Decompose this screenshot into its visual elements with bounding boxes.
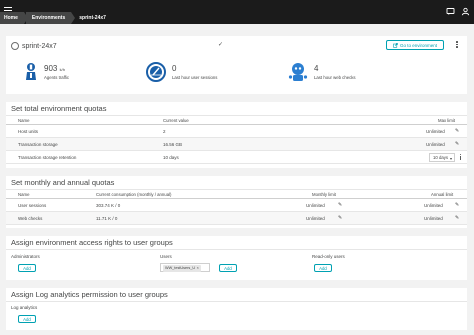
row-name: Host units xyxy=(18,128,39,134)
table-row: User sessions 303.74 K / 0 Unlimited ✎ U… xyxy=(6,199,467,212)
column-header-monthly: Monthly limit xyxy=(312,191,336,197)
go-to-environment-label: Go to environment xyxy=(399,42,438,48)
status-check-icon: ✓ xyxy=(218,42,224,48)
users-label: Users xyxy=(160,254,172,259)
stat-label: Last hour web checks xyxy=(314,75,356,80)
monthly-quotas-panel: Set monthly and annual quotas Name Curre… xyxy=(6,176,467,228)
row-annual: Unlimited xyxy=(424,215,443,221)
select-value: 10 days xyxy=(433,155,449,160)
top-bar: Home Environments sprint-24x7 xyxy=(0,0,474,24)
log-analytics-label: Log analytics xyxy=(11,305,38,310)
table-row: Web checks 11.71 K / 0 Unlimited ✎ Unlim… xyxy=(6,212,467,225)
column-header-name: Name xyxy=(18,117,30,123)
stat-value: 4 xyxy=(314,64,319,73)
user-group-chip[interactable]: WW_testUsers_U × xyxy=(163,264,201,272)
retention-select[interactable]: 10 days ▾ xyxy=(429,153,455,162)
edit-icon[interactable]: ✎ xyxy=(455,125,459,137)
agent-icon xyxy=(26,63,36,80)
read-only-users-label: Read-only users xyxy=(312,254,345,259)
add-administrators-button[interactable]: Add xyxy=(18,264,36,272)
section-title: Assign Log analytics permission to user … xyxy=(6,288,467,302)
table-row: Host units 2 Unlimited ✎ xyxy=(6,125,467,138)
external-link-icon xyxy=(393,42,398,48)
stat-value: 903 k/h xyxy=(44,64,65,73)
total-quotas-panel: Set total environment quotas Name Curren… xyxy=(6,102,467,168)
gauge-icon xyxy=(146,62,166,82)
column-header-name: Name xyxy=(18,191,30,197)
gear-icon xyxy=(11,42,19,50)
stat-agents-traffic: 903 k/h Agents traffic xyxy=(24,62,69,82)
column-header-current: Current value xyxy=(163,117,189,123)
edit-icon[interactable]: ✎ xyxy=(455,212,459,224)
users-field[interactable]: WW_testUsers_U × xyxy=(160,263,210,272)
breadcrumb-label: sprint-24x7 xyxy=(79,15,106,21)
stat-label: Agents traffic xyxy=(44,75,69,80)
close-icon[interactable]: × xyxy=(197,266,199,270)
env-name: sprint-24x7 xyxy=(22,42,57,50)
page-title: sprint-24x7 xyxy=(11,42,57,50)
row-name: Transaction storage xyxy=(18,141,58,147)
breadcrumb-environments[interactable]: Environments xyxy=(25,12,76,24)
edit-icon[interactable]: ✎ xyxy=(338,212,342,224)
log-analytics-panel: Assign Log analytics permission to user … xyxy=(6,288,467,330)
stat-web-checks: 4 Last hour web checks xyxy=(288,62,356,82)
section-title: Assign environment access rights to user… xyxy=(6,236,467,250)
row-current: 11.71 K / 0 xyxy=(96,215,118,221)
breadcrumb: Home Environments sprint-24x7 xyxy=(0,12,116,24)
row-max: Unlimited xyxy=(426,141,445,147)
table-row: Transaction storage retention 10 days 10… xyxy=(6,151,467,164)
row-monthly: Unlimited xyxy=(306,202,325,208)
breadcrumb-home[interactable]: Home xyxy=(0,12,28,24)
edit-icon[interactable]: ✎ xyxy=(455,138,459,150)
row-current: 303.74 K / 0 xyxy=(96,202,121,208)
topbar-icons xyxy=(446,7,470,16)
edit-icon[interactable]: ✎ xyxy=(338,199,342,211)
more-options-icon[interactable] xyxy=(456,41,459,49)
section-title: Set monthly and annual quotas xyxy=(6,176,467,190)
user-icon[interactable] xyxy=(461,7,470,16)
stat-user-sessions: 0 Last hour user sessions xyxy=(146,62,217,82)
breadcrumb-current: sprint-24x7 xyxy=(73,12,116,24)
table-header: Name Current value Max limit xyxy=(6,116,467,125)
edit-icon[interactable]: ✎ xyxy=(455,199,459,211)
environment-overview-panel: sprint-24x7 ✓ Go to environment 903 k/h … xyxy=(6,36,467,94)
breadcrumb-label: Home xyxy=(4,15,18,21)
go-to-environment-button[interactable]: Go to environment xyxy=(386,40,444,50)
stat-value: 0 xyxy=(172,64,177,73)
row-current: 10 days xyxy=(163,154,179,160)
row-name: Transaction storage retention xyxy=(18,154,77,160)
chip-label: WW_testUsers_U xyxy=(165,266,196,270)
monthly-quotas-table: Name Current consumption (monthly / annu… xyxy=(6,190,467,225)
row-current: 2 xyxy=(163,128,166,134)
add-log-analytics-button[interactable]: Add xyxy=(18,315,36,323)
chat-icon[interactable] xyxy=(446,7,455,16)
column-header-max: Max limit xyxy=(438,117,455,123)
row-monthly: Unlimited xyxy=(306,215,325,221)
access-rights-panel: Assign environment access rights to user… xyxy=(6,236,467,280)
row-name: Web checks xyxy=(18,215,43,221)
robot-icon xyxy=(288,63,308,81)
more-options-icon[interactable] xyxy=(460,154,463,161)
column-header-annual: Annual limit xyxy=(431,191,454,197)
add-users-button[interactable]: Add xyxy=(219,264,237,272)
row-current: 16.56 GB xyxy=(163,141,183,147)
row-max: Unlimited xyxy=(426,128,445,134)
column-header-current: Current consumption (monthly / annual) xyxy=(96,191,172,197)
administrators-label: Administrators xyxy=(11,254,40,259)
breadcrumb-label: Environments xyxy=(31,15,66,21)
table-row: Transaction storage 16.56 GB Unlimited ✎ xyxy=(6,138,467,151)
chevron-down-icon: ▾ xyxy=(449,156,452,161)
stat-label: Last hour user sessions xyxy=(172,75,218,80)
quotas-table: Name Current value Max limit Host units … xyxy=(6,116,467,164)
table-header: Name Current consumption (monthly / annu… xyxy=(6,190,467,199)
row-name: User sessions xyxy=(18,202,47,208)
section-title: Set total environment quotas xyxy=(6,102,467,116)
add-read-only-users-button[interactable]: Add xyxy=(314,264,332,272)
row-annual: Unlimited xyxy=(424,202,443,208)
